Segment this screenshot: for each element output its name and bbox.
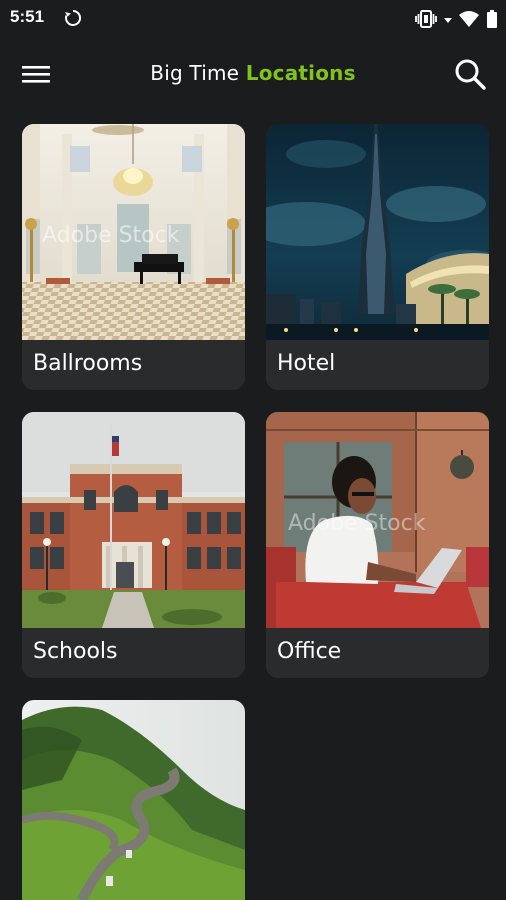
- category-card-landscape[interactable]: [22, 700, 245, 900]
- category-card-office[interactable]: Adobe Stock Office: [266, 412, 489, 678]
- school-image: [22, 412, 245, 628]
- category-label: Hotel: [277, 351, 336, 376]
- category-card-ballrooms[interactable]: Adobe Stock Ballrooms: [22, 124, 245, 390]
- category-grid: Adobe Stock Ballrooms Hotel Schools Adob…: [0, 112, 506, 900]
- wifi-icon: [459, 11, 479, 27]
- ballroom-image: Adobe Stock: [22, 124, 245, 340]
- category-label: Schools: [33, 639, 118, 664]
- search-icon[interactable]: [452, 56, 488, 92]
- category-card-schools[interactable]: Schools: [22, 412, 245, 678]
- app-bar: Big Time Locations: [0, 38, 506, 112]
- svg-text:Adobe Stock: Adobe Stock: [42, 223, 180, 248]
- signal-arrow-icon: [444, 18, 452, 23]
- app-title-part1: Big Time: [150, 61, 240, 85]
- battery-icon: [487, 10, 497, 28]
- status-bar: 5:51: [0, 0, 506, 38]
- app-title-part2: Locations: [245, 61, 356, 85]
- status-time: 5:51: [10, 7, 45, 26]
- status-icons: [414, 8, 498, 30]
- vibrate-icon: [415, 10, 437, 28]
- app-title: Big Time Locations: [0, 61, 506, 85]
- category-card-hotel[interactable]: Hotel: [266, 124, 489, 390]
- office-image: Adobe Stock: [266, 412, 489, 628]
- category-label: Office: [277, 639, 342, 664]
- landscape-image: [22, 700, 245, 900]
- sync-icon: [65, 9, 82, 26]
- category-label: Ballrooms: [33, 351, 143, 376]
- svg-text:Adobe Stock: Adobe Stock: [288, 511, 426, 536]
- hotel-image: [266, 124, 489, 340]
